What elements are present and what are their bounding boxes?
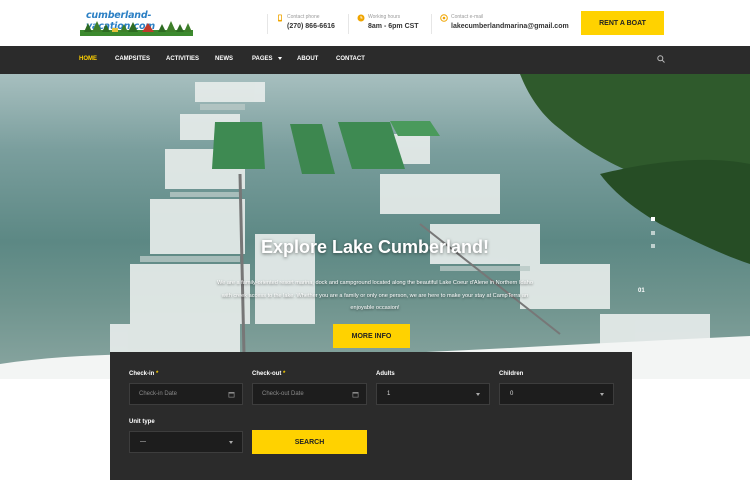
unit-type-label: Unit type [129,419,155,425]
clock-icon [357,14,365,22]
unit-type-value: — [140,439,146,445]
checkout-date-input[interactable]: Check-out Date [252,383,367,405]
caret-down-icon [278,56,283,60]
slide-number: 01 [638,288,645,294]
working-hours-label: Working hours [368,14,401,20]
nav-item-home[interactable]: HOME [79,56,97,62]
nav-item-contact[interactable]: CONTACT [336,56,365,62]
hero-title: Explore Lake Cumberland! [260,237,490,257]
nav-item-pages-label: PAGES [252,56,273,62]
adults-label: Adults [376,371,395,377]
contact-phone-label: Contact phone [287,14,320,20]
more-info-button[interactable]: MORE INFO [333,324,410,348]
nav-item-activities[interactable]: ACTIVITIES [166,56,199,62]
site-header: cumberland-vacation.com Contact phone (2… [0,0,750,46]
logo-trees-icon [80,21,193,36]
hero-slider: Explore Lake Cumberland! We are a family… [0,74,750,379]
checkin-date-input[interactable]: Check-in Date [129,383,243,405]
at-icon [440,14,448,22]
slider-dot[interactable] [651,231,655,235]
adults-select[interactable]: 1 [376,383,490,405]
checkout-label: Check-out * [252,371,285,377]
nav-item-campsites[interactable]: CAMPSITES [115,56,150,62]
checkin-label-text: Check-in [129,371,155,377]
search-icon[interactable] [657,55,665,63]
working-hours-value: 8am - 6pm CST [368,23,419,30]
slider-dot[interactable] [651,244,655,248]
children-value: 0 [510,391,514,397]
contact-email-value[interactable]: lakecumberlandmarina@gmail.com [451,23,569,30]
children-label: Children [499,371,524,377]
chevron-down-icon [476,393,480,396]
main-nav: HOME CAMPSITES ACTIVITIES NEWS PAGES ABO… [0,46,750,74]
contact-phone-value[interactable]: (270) 866-6616 [287,23,335,30]
contact-email-label: Contact e-mail [451,14,484,20]
chevron-down-icon [229,441,233,444]
calendar-icon [228,392,235,398]
nav-item-pages[interactable]: PAGES [252,56,283,62]
rent-a-boat-button[interactable]: RENT A BOAT [581,11,664,35]
header-divider [267,14,268,34]
unit-type-select[interactable]: — [129,431,243,453]
phone-icon [278,14,282,22]
checkout-label-text: Check-out [252,371,282,377]
chevron-down-icon [600,393,604,396]
site-logo[interactable]: cumberland-vacation.com [80,10,193,36]
calendar-icon [352,392,359,398]
checkin-label: Check-in * [129,371,158,377]
search-button[interactable]: SEARCH [252,430,367,454]
nav-item-news[interactable]: NEWS [215,56,233,62]
header-divider [431,14,432,34]
hero-description: We are a family-oriented resort marina, … [217,280,533,311]
slider-dot-active[interactable] [651,217,655,221]
nav-item-about[interactable]: ABOUT [297,56,318,62]
required-mark: * [283,371,286,377]
checkout-placeholder: Check-out Date [262,391,304,397]
adults-value: 1 [387,391,391,397]
checkin-placeholder: Check-in Date [139,391,178,397]
required-mark: * [156,371,159,377]
children-select[interactable]: 0 [499,383,614,405]
booking-form [110,352,632,480]
header-divider [348,14,349,34]
